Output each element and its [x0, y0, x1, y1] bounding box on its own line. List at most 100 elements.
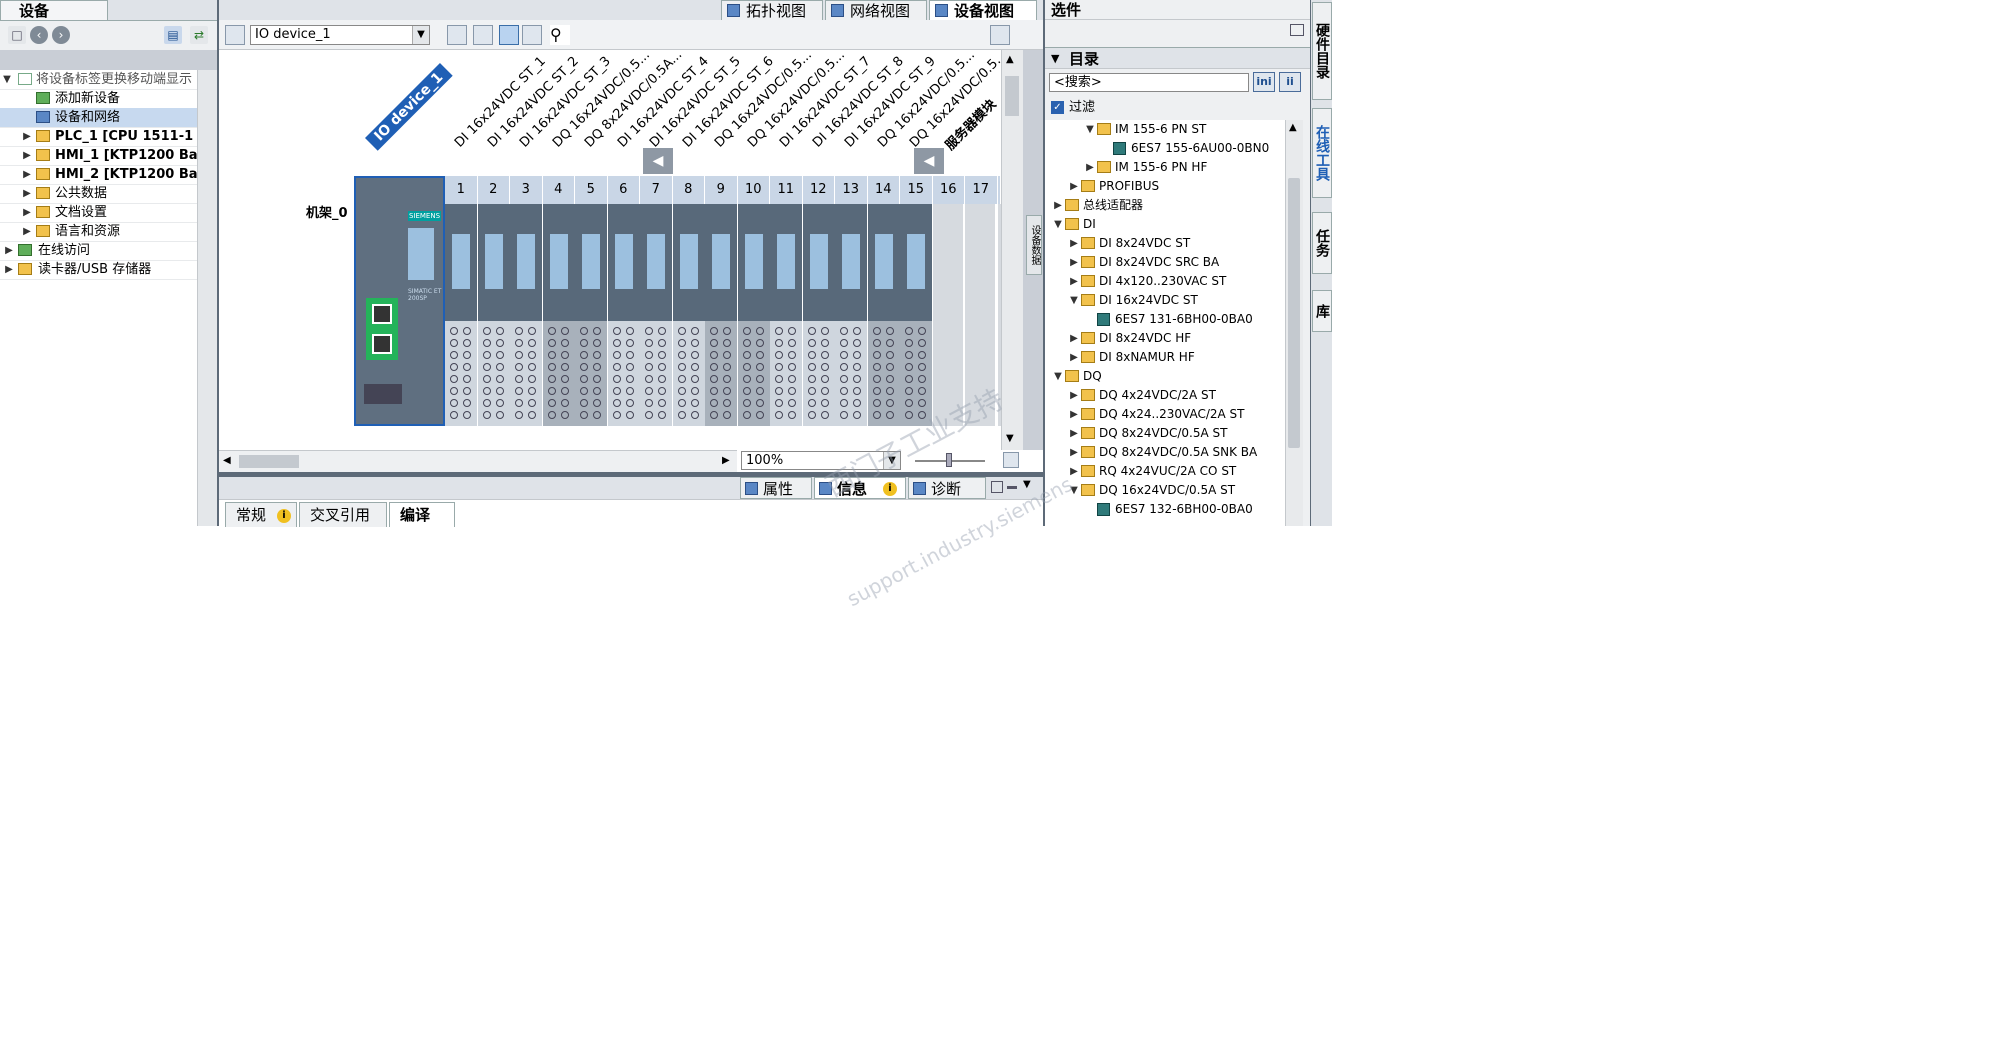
grid-icon[interactable] — [522, 25, 542, 45]
tab-compile[interactable]: 编译 — [389, 502, 455, 527]
tree-item-online-access[interactable]: ▶ 在线访问 — [0, 241, 197, 261]
scroll-left-button-2[interactable]: ◀ — [914, 148, 944, 174]
device-data-side-tab[interactable]: 设备数据 — [1026, 215, 1042, 275]
device-overview-icon[interactable] — [225, 25, 245, 45]
project-tree-scrollbar[interactable] — [197, 70, 219, 526]
tree-project-root[interactable]: ▼ 将设备标签更换移动端显示 — [0, 70, 197, 90]
search-down-button[interactable]: ini — [1253, 72, 1275, 92]
expand-icon[interactable]: ▶ — [1069, 424, 1079, 443]
tab-device-view[interactable]: 设备视图 — [929, 0, 1037, 20]
collapse-icon[interactable]: ▼ — [1053, 367, 1063, 386]
scroll-right-icon[interactable]: ▶ — [722, 455, 730, 466]
panel-layout-icon[interactable] — [1290, 24, 1304, 36]
restore-icon[interactable] — [991, 481, 1003, 493]
tree-item-common-data[interactable]: ▶ 公共数据 — [0, 184, 197, 204]
dq-module[interactable] — [575, 204, 608, 426]
overview-icon[interactable]: ▤ — [164, 26, 182, 44]
di-module[interactable] — [672, 204, 706, 426]
expand-icon[interactable]: ▶ — [1085, 158, 1095, 177]
tree-item-hmi-1[interactable]: ▶ HMI_1 [KTP1200 Basi... — [0, 146, 197, 166]
chevron-down-icon[interactable]: ▼ — [1023, 479, 1031, 490]
scroll-left-icon[interactable]: ◀ — [223, 455, 231, 466]
di-module[interactable] — [770, 204, 803, 426]
catalog-search-input[interactable]: <搜索> — [1049, 73, 1249, 92]
pen-icon[interactable] — [499, 25, 519, 45]
tab-libraries[interactable]: 库 — [1312, 290, 1332, 332]
di-module[interactable] — [835, 204, 868, 426]
scroll-up-icon[interactable]: ▲ — [1006, 54, 1014, 65]
expand-icon[interactable]: ▶ — [1069, 272, 1079, 291]
empty-slot[interactable] — [932, 204, 964, 426]
show-module-labels-icon[interactable] — [447, 25, 467, 45]
expand-icon[interactable]: ▶ — [1069, 386, 1079, 405]
tab-cross-reference[interactable]: 交叉引用 — [299, 502, 387, 527]
dq-module[interactable] — [542, 204, 576, 426]
expand-icon[interactable]: ▶ — [1069, 177, 1079, 196]
tree-item-card-reader[interactable]: ▶ 读卡器/USB 存储器 — [0, 260, 197, 280]
di-module[interactable] — [607, 204, 641, 426]
new-item-icon[interactable]: □ — [8, 26, 26, 44]
expand-icon[interactable]: ▶ — [22, 222, 32, 241]
forward-icon[interactable]: › — [52, 26, 70, 44]
expand-icon[interactable]: ▶ — [4, 241, 14, 260]
device-data-toggle-icon[interactable] — [990, 25, 1010, 45]
sync-icon[interactable]: ⇄ — [190, 26, 208, 44]
tree-item-plc[interactable]: ▶ PLC_1 [CPU 1511-1 PN] — [0, 127, 197, 147]
catalog-scroll-thumb[interactable] — [1288, 178, 1300, 448]
collapse-icon[interactable]: ▼ — [2, 70, 12, 89]
back-icon[interactable]: ‹ — [30, 26, 48, 44]
di-module[interactable] — [510, 204, 543, 426]
canvas-vertical-scrollbar[interactable]: ▲ ▼ — [1001, 50, 1023, 450]
tree-item-doc-settings[interactable]: ▶ 文档设置 — [0, 203, 197, 223]
tab-properties[interactable]: 属性 — [740, 477, 812, 499]
tree-item-hmi-2[interactable]: ▶ HMI_2 [KTP1200 Basi... — [0, 165, 197, 185]
expand-icon[interactable]: ▶ — [4, 260, 14, 279]
expand-icon[interactable]: ▶ — [1069, 443, 1079, 462]
catalog-header[interactable]: ▼ 目录 — [1045, 47, 1310, 69]
scroll-down-icon[interactable]: ▼ — [1006, 433, 1014, 444]
expand-icon[interactable]: ▶ — [1069, 405, 1079, 424]
di-module[interactable] — [802, 204, 836, 426]
minimize-icon[interactable] — [1007, 486, 1017, 489]
dq-module[interactable] — [867, 204, 901, 426]
dq-module[interactable] — [900, 204, 933, 426]
expand-icon[interactable]: ▶ — [1069, 462, 1079, 481]
scroll-up-icon[interactable]: ▲ — [1289, 122, 1297, 133]
scroll-thumb[interactable] — [239, 455, 299, 468]
expand-icon[interactable]: ▶ — [22, 146, 32, 165]
di-module[interactable] — [445, 204, 478, 426]
expand-icon[interactable]: ▶ — [1069, 253, 1079, 272]
scroll-thumb[interactable] — [1005, 76, 1019, 116]
device-select[interactable]: IO device_1 ▼ — [250, 25, 430, 45]
zoom-icon[interactable]: ⚲ — [550, 25, 570, 45]
tab-hardware-catalog[interactable]: 硬件目录 — [1312, 2, 1332, 100]
interface-module[interactable]: SIEMENS SIMATIC ET 200SP — [354, 176, 445, 426]
zoom-slider-thumb[interactable] — [946, 453, 952, 467]
canvas-horizontal-scrollbar[interactable]: ◀ ▶ — [219, 450, 737, 472]
expand-icon[interactable]: ▶ — [1053, 196, 1063, 215]
expand-icon[interactable]: ▶ — [22, 165, 32, 184]
scroll-left-button[interactable]: ◀ — [643, 148, 673, 174]
chevron-down-icon[interactable]: ▼ — [1051, 48, 1059, 70]
dq-module[interactable] — [737, 204, 771, 426]
tab-online-tools[interactable]: 在线工具 — [1312, 108, 1332, 198]
di-module[interactable] — [477, 204, 511, 426]
fit-view-icon[interactable] — [1003, 452, 1019, 468]
tree-item-languages[interactable]: ▶ 语言和资源 — [0, 222, 197, 242]
dq-module[interactable] — [705, 204, 738, 426]
expand-icon[interactable]: ▶ — [1069, 348, 1079, 367]
expand-icon[interactable]: ▶ — [22, 184, 32, 203]
expand-icon[interactable]: ▶ — [1069, 329, 1079, 348]
tab-diagnostics[interactable]: 诊断 — [908, 477, 986, 499]
tree-item-add-device[interactable]: 添加新设备 — [0, 89, 197, 109]
collapse-icon[interactable]: ▼ — [1053, 215, 1063, 234]
expand-icon[interactable]: ▶ — [22, 127, 32, 146]
tab-general[interactable]: 常规 i — [225, 502, 297, 527]
show-addresses-icon[interactable] — [473, 25, 493, 45]
tab-network-view[interactable]: 网络视图 — [825, 0, 927, 20]
collapse-icon[interactable]: ▼ — [1069, 291, 1079, 310]
expand-icon[interactable]: ▶ — [22, 203, 32, 222]
tree-item-devices-networks[interactable]: 设备和网络 — [0, 108, 197, 128]
search-up-button[interactable]: ii — [1279, 72, 1301, 92]
collapse-icon[interactable]: ▼ — [1085, 120, 1095, 139]
